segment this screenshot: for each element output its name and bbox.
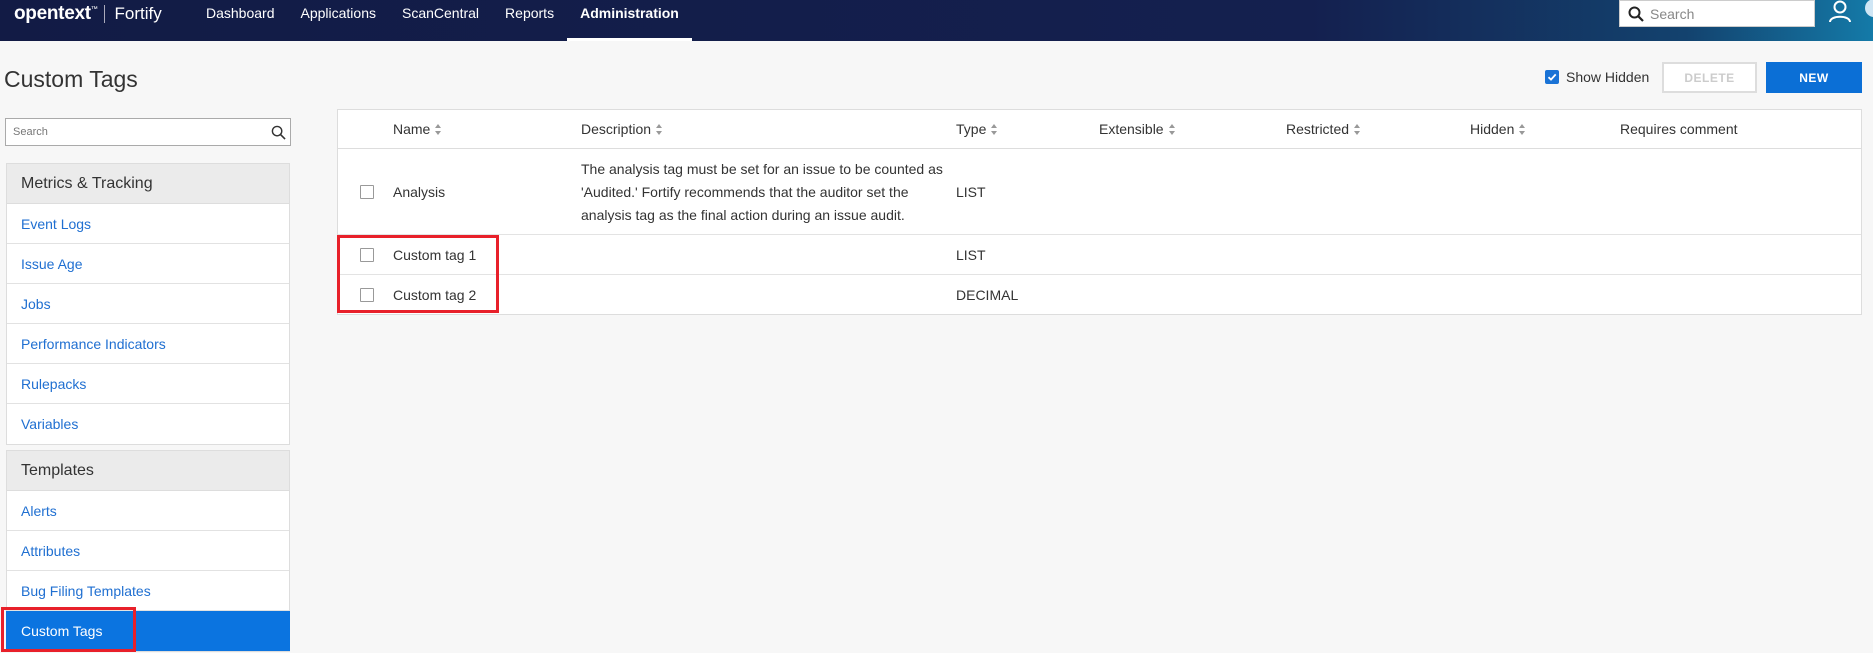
- sort-icon[interactable]: [435, 123, 442, 135]
- custom-tags-table: Name Description Type Extensible Restric…: [337, 109, 1862, 315]
- sidebar-item-bug-filing-templates[interactable]: Bug Filing Templates: [7, 571, 289, 611]
- sidebar-item-issue-age[interactable]: Issue Age: [7, 244, 289, 284]
- page-title: Custom Tags: [4, 66, 138, 92]
- cell-description: The analysis tag must be set for an issu…: [581, 161, 943, 223]
- highlight-box: [1, 607, 136, 652]
- main-nav: Dashboard Applications ScanCentral Repor…: [193, 0, 692, 41]
- sort-icon[interactable]: [991, 123, 998, 135]
- table-row[interactable]: Custom tag 2 DECIMAL: [338, 276, 1861, 315]
- cell-type: LIST: [956, 247, 986, 263]
- table-header: Name Description Type Extensible Restric…: [338, 110, 1861, 149]
- user-icon[interactable]: [1828, 0, 1852, 24]
- sidebar-item-jobs[interactable]: Jobs: [7, 284, 289, 324]
- help-icon[interactable]: [1862, 0, 1873, 20]
- column-header-description[interactable]: Description: [581, 121, 663, 137]
- column-header-requires-comment[interactable]: Requires comment: [1620, 121, 1738, 137]
- sort-icon[interactable]: [656, 123, 663, 135]
- sort-icon[interactable]: [1168, 123, 1176, 135]
- show-hidden-toggle[interactable]: Show Hidden: [1545, 69, 1649, 85]
- cell-name: Analysis: [393, 184, 446, 200]
- show-hidden-checkbox[interactable]: [1545, 70, 1559, 84]
- nav-administration[interactable]: Administration: [567, 0, 692, 41]
- global-search-input[interactable]: [1650, 5, 1800, 22]
- top-navbar: opentext™ Fortify Dashboard Applications…: [0, 0, 1873, 41]
- sidebar-item-variables[interactable]: Variables: [7, 404, 289, 444]
- sidebar-group-metrics: Metrics & Tracking Event Logs Issue Age …: [6, 163, 290, 445]
- global-search[interactable]: [1619, 0, 1815, 27]
- product-name: Fortify: [114, 4, 162, 23]
- checkmark-icon: [1547, 73, 1557, 81]
- column-header-extensible[interactable]: Extensible: [1099, 121, 1176, 137]
- new-button[interactable]: NEW: [1766, 62, 1862, 93]
- sidebar-item-rulepacks[interactable]: Rulepacks: [7, 364, 289, 404]
- column-header-name[interactable]: Name: [393, 121, 442, 137]
- sidebar-search[interactable]: [5, 118, 291, 146]
- sidebar-group-header[interactable]: Metrics & Tracking: [7, 164, 289, 204]
- brand[interactable]: opentext™ Fortify: [14, 0, 162, 28]
- sort-icon[interactable]: [1354, 123, 1361, 135]
- brand-divider: [104, 5, 106, 23]
- cell-type: LIST: [956, 184, 986, 200]
- sidebar-group-header[interactable]: Templates: [7, 451, 289, 491]
- sidebar-search-input[interactable]: [13, 126, 271, 138]
- column-header-restricted[interactable]: Restricted: [1286, 121, 1361, 137]
- table-row[interactable]: Custom tag 1 LIST: [338, 236, 1861, 275]
- cell-type: DECIMAL: [956, 287, 1019, 303]
- row-checkbox[interactable]: [360, 185, 374, 199]
- search-icon[interactable]: [271, 125, 286, 140]
- nav-reports[interactable]: Reports: [492, 0, 567, 41]
- nav-applications[interactable]: Applications: [288, 0, 390, 41]
- opentext-logo: opentext™: [14, 3, 98, 24]
- sidebar-item-event-logs[interactable]: Event Logs: [7, 204, 289, 244]
- sort-icon[interactable]: [1519, 123, 1526, 135]
- sidebar-item-attributes[interactable]: Attributes: [7, 531, 289, 571]
- sidebar-item-alerts[interactable]: Alerts: [7, 491, 289, 531]
- highlight-box: [337, 235, 499, 313]
- column-header-type[interactable]: Type: [956, 121, 998, 137]
- show-hidden-label: Show Hidden: [1566, 69, 1650, 85]
- nav-dashboard[interactable]: Dashboard: [193, 0, 288, 41]
- sidebar-item-performance-indicators[interactable]: Performance Indicators: [7, 324, 289, 364]
- search-icon: [1628, 6, 1644, 22]
- delete-button[interactable]: DELETE: [1662, 62, 1757, 93]
- column-header-hidden[interactable]: Hidden: [1470, 121, 1526, 137]
- table-row[interactable]: Analysis The analysis tag must be set fo…: [338, 150, 1861, 235]
- nav-scancentral[interactable]: ScanCentral: [389, 0, 492, 41]
